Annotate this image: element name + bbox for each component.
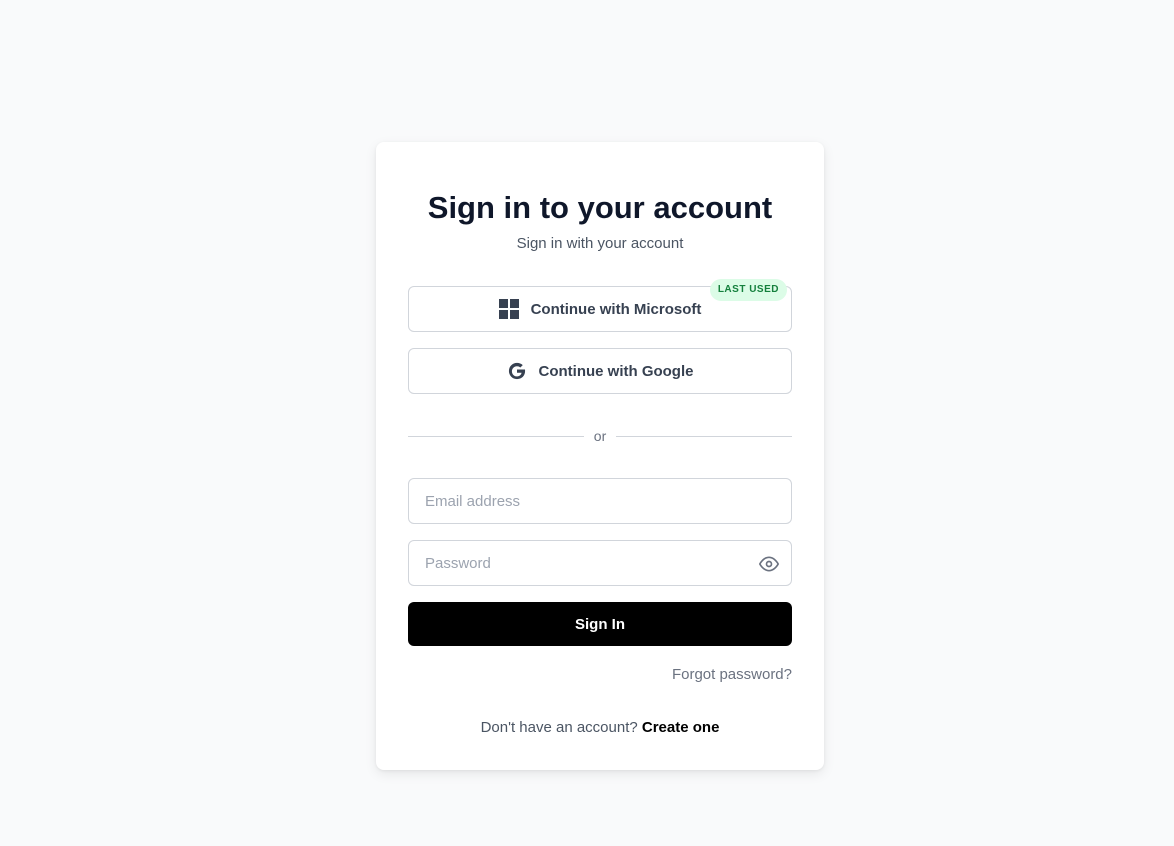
page-title: Sign in to your account — [427, 190, 773, 225]
or-divider: or — [408, 426, 793, 446]
continue-with-google-button[interactable]: Continue with Google — [408, 348, 792, 394]
page-subtitle: Sign in with your account — [516, 235, 684, 252]
sign-in-button[interactable]: Sign In — [408, 602, 792, 646]
divider-line-right — [616, 435, 793, 437]
eye-icon[interactable] — [759, 554, 779, 574]
last-used-badge: LAST USED — [709, 279, 787, 301]
password-input[interactable] — [409, 541, 791, 585]
create-account-link[interactable]: Create one — [642, 719, 720, 736]
signup-prompt: Don't have an account? Create one — [376, 718, 824, 738]
google-button-label: Continue with Google — [538, 362, 694, 380]
signup-prompt-text: Don't have an account? — [480, 719, 638, 736]
google-icon — [508, 362, 525, 380]
email-input[interactable] — [409, 479, 791, 523]
sign-in-card: Sign in to your account Sign in with you… — [376, 142, 824, 770]
microsoft-button-label: Continue with Microsoft — [530, 300, 702, 318]
email-field-wrapper — [408, 478, 792, 524]
forgot-password-link[interactable]: Forgot password? — [672, 665, 792, 685]
divider-line-left — [408, 435, 584, 437]
microsoft-icon — [498, 299, 519, 319]
password-field-wrapper — [408, 540, 792, 586]
continue-with-microsoft-button[interactable]: Continue with Microsoft LAST USED — [408, 279, 792, 332]
divider-text: or — [593, 428, 607, 444]
